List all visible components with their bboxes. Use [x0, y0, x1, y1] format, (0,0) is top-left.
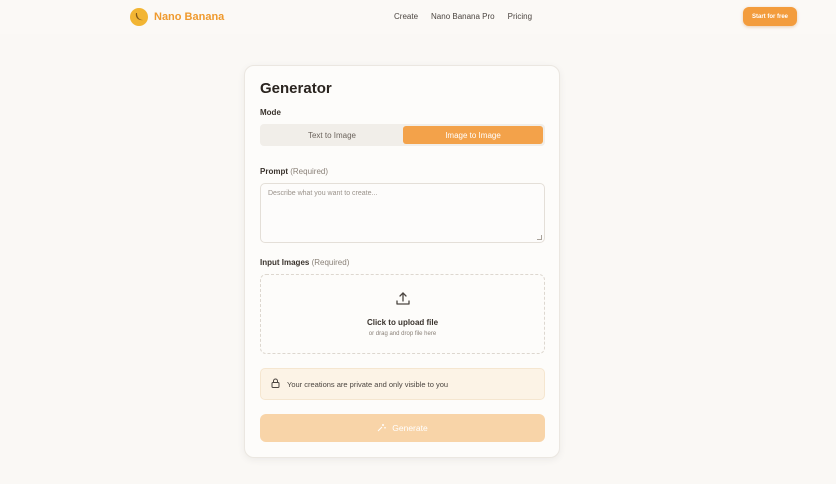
input-images-label: Input Images (Required) [260, 258, 349, 267]
privacy-notice: Your creations are private and only visi… [260, 368, 545, 400]
brand[interactable]: Nano Banana [130, 8, 224, 26]
mode-label: Mode [260, 108, 281, 117]
nav-links: Create Nano Banana Pro Pricing [394, 12, 532, 21]
sparkle-icon [377, 423, 387, 434]
generate-label: Generate [392, 423, 428, 433]
brand-name: Nano Banana [154, 11, 225, 23]
upload-title: Click to upload file [366, 318, 439, 327]
banana-logo-icon [130, 8, 148, 26]
prompt-required: (Required) [290, 167, 329, 176]
upload-icon [395, 291, 411, 312]
start-for-free-button[interactable]: Start for free [743, 7, 797, 26]
nav-link-create[interactable]: Create [394, 12, 418, 21]
prompt-input[interactable]: Describe what you want to create... [260, 183, 545, 243]
upload-subtitle: or drag and drop file here [368, 331, 437, 337]
upload-dropzone[interactable]: Click to upload file or drag and drop fi… [260, 274, 545, 354]
mode-image-to-image[interactable]: Image to Image [403, 126, 543, 144]
prompt-label-text: Prompt [260, 167, 288, 176]
input-images-label-text: Input Images [260, 258, 310, 267]
nav-link-nano-banana-pro[interactable]: Nano Banana Pro [431, 12, 495, 21]
generator-card: Generator Mode Text to Image Image to Im… [244, 65, 560, 458]
lock-icon [271, 378, 280, 390]
top-nav: Nano Banana Create Nano Banana Pro Prici… [0, 0, 836, 34]
prompt-label: Prompt (Required) [260, 167, 328, 176]
mode-toggle: Text to Image Image to Image [260, 124, 545, 146]
resize-grip-icon[interactable] [537, 235, 542, 240]
privacy-text: Your creations are private and only visi… [287, 379, 449, 389]
input-images-required: (Required) [311, 258, 350, 267]
generator-title: Generator [260, 80, 332, 97]
mode-text-to-image[interactable]: Text to Image [262, 126, 402, 144]
nav-link-pricing[interactable]: Pricing [508, 12, 532, 21]
prompt-placeholder: Describe what you want to create... [268, 190, 378, 197]
generate-button[interactable]: Generate [260, 414, 545, 442]
